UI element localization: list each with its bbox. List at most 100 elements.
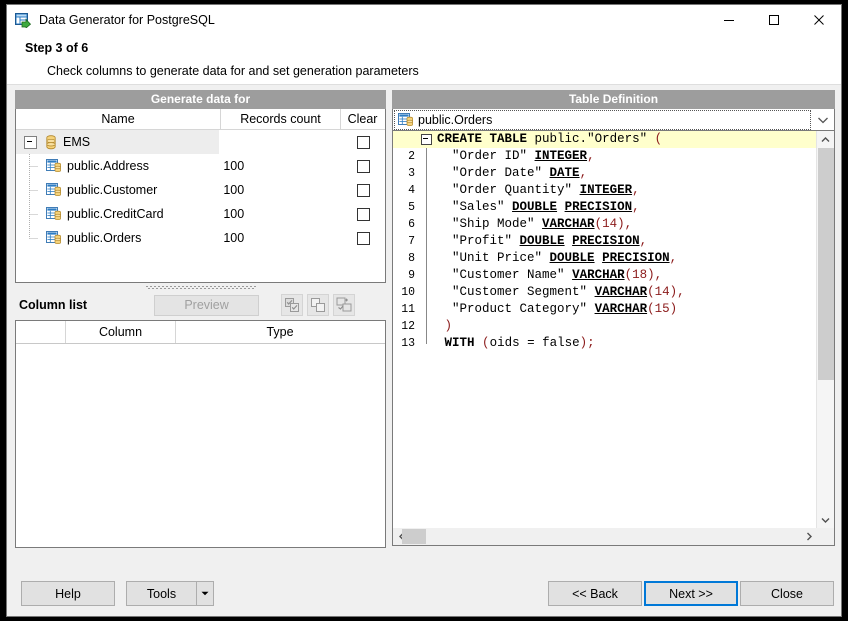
sql-line-text: "Customer Name" VARCHAR(18), [452,268,663,282]
column-list-header-type[interactable]: Type [176,321,384,343]
tools-button[interactable]: Tools [126,581,196,606]
title-bar: Data Generator for PostgreSQL [7,5,841,35]
next-button[interactable]: Next >> [644,581,738,606]
column-list-tool-buttons [281,294,356,316]
tree-node-creditcard[interactable]: public.CreditCard [16,202,219,226]
tree-clear-cell[interactable] [342,159,385,173]
sql-line-number: 8 [408,252,415,265]
sql-line-number: 3 [408,167,415,180]
column-list-toolbar: Column list Preview [15,292,386,318]
tree-row[interactable]: public.Customer 100 [16,178,385,202]
tree-clear-cell[interactable] [342,183,385,197]
tree-indent [16,178,46,202]
wizard-footer: Help Tools << Back Next >> Close [7,572,841,616]
scroll-thumb-horizontal[interactable] [402,529,426,544]
scroll-thumb-vertical[interactable] [818,148,834,380]
tree-row[interactable]: public.Address 100 [16,154,385,178]
panel-splitter[interactable] [15,283,386,291]
fold-line [419,250,433,267]
tree-node-label: public.CreditCard [67,207,164,221]
sql-line-text: "Order Quantity" INTEGER, [452,183,640,197]
close-button-footer[interactable]: Close [740,581,834,606]
caret-down-icon[interactable] [196,581,214,606]
sql-line[interactable]: 10 "Customer Segment" VARCHAR(14), [393,284,817,301]
clear-checkbox[interactable] [357,231,371,245]
sql-line[interactable]: 9 "Customer Name" VARCHAR(18), [393,267,817,284]
tree-records-count[interactable]: 100 [219,183,342,197]
preview-button[interactable]: Preview [154,294,260,316]
sql-code[interactable]: CREATE TABLE public."Orders" ( 2 "Order … [393,131,817,528]
check-all-icon[interactable] [281,294,304,316]
table-definition-panel-title: Table Definition [392,90,835,109]
tools-split-button[interactable]: Tools [126,581,214,606]
tree-records-count[interactable]: 100 [219,207,342,221]
tree-node-address[interactable]: public.Address [16,154,219,178]
close-button[interactable] [796,5,841,35]
sql-line[interactable]: 12 ) [393,318,817,335]
sql-line-text: WITH (oids = false); [444,336,595,350]
fold-line [419,318,433,335]
sql-line-text: "Profit" DOUBLE PRECISION, [452,234,648,248]
window-title: Data Generator for PostgreSQL [39,13,215,27]
tree-column-header-records[interactable]: Records count [221,109,341,129]
fold-line [419,301,433,318]
column-list-grid[interactable]: Column Type [15,320,386,548]
clear-checkbox[interactable] [357,207,371,221]
column-list-header-check[interactable] [16,321,66,343]
sql-line[interactable]: 7 "Profit" DOUBLE PRECISION, [393,233,817,250]
uncheck-all-icon[interactable] [307,294,330,316]
editor-vertical-scrollbar[interactable] [816,131,834,528]
tree-column-header-name[interactable]: Name [16,109,221,129]
fold-toggle-icon[interactable] [419,131,433,148]
invert-check-icon[interactable] [333,294,356,316]
tree-clear-cell[interactable] [342,231,385,245]
help-button[interactable]: Help [21,581,115,606]
sql-line[interactable]: 5 "Sales" DOUBLE PRECISION, [393,199,817,216]
tree-row[interactable]: public.Orders 100 [16,226,385,250]
sql-line[interactable]: 2 "Order ID" INTEGER, [393,148,817,165]
column-list-header-column[interactable]: Column [66,321,176,343]
minimize-button[interactable] [706,5,751,35]
fold-line [419,199,433,216]
tree-records-count[interactable]: 100 [219,159,342,173]
clear-checkbox[interactable] [357,183,371,197]
fold-line [419,267,433,284]
tree-column-header-clear[interactable]: Clear [341,109,384,129]
sql-line[interactable]: 11 "Product Category" VARCHAR(15) [393,301,817,318]
sql-line[interactable]: CREATE TABLE public."Orders" ( [393,131,817,148]
table-selector-combo[interactable]: public.Orders [392,109,835,131]
scroll-right-icon[interactable] [800,528,817,545]
tree-clear-cell[interactable] [342,135,385,149]
tree-node-ems[interactable]: EMS [16,130,220,154]
splitter-grip[interactable] [145,284,256,290]
tree-node-label: EMS [63,135,91,149]
tree-records-count[interactable]: 100 [219,231,342,245]
scroll-up-icon[interactable] [817,131,834,148]
sql-line[interactable]: 6 "Ship Mode" VARCHAR(14), [393,216,817,233]
generate-data-tree[interactable]: Name Records count Clear EMS public.Addr… [15,109,386,283]
table-icon [46,183,62,197]
clear-checkbox[interactable] [357,159,371,173]
collapse-icon[interactable] [24,135,37,149]
table-selector-value[interactable]: public.Orders [394,109,811,130]
chevron-down-icon[interactable] [812,110,834,130]
maximize-button[interactable] [751,5,796,35]
sql-editor[interactable]: CREATE TABLE public."Orders" ( 2 "Order … [392,131,835,546]
scroll-down-icon[interactable] [817,511,834,528]
sql-line-number: 11 [401,303,415,316]
wizard-header: Step 3 of 6 Check columns to generate da… [7,35,841,84]
tree-row[interactable]: public.CreditCard 100 [16,202,385,226]
sql-line[interactable]: 8 "Unit Price" DOUBLE PRECISION, [393,250,817,267]
sql-line[interactable]: 13 WITH (oids = false); [393,335,817,352]
tree-node-customer[interactable]: public.Customer [16,178,219,202]
sql-line[interactable]: 4 "Order Quantity" INTEGER, [393,182,817,199]
back-button[interactable]: << Back [548,581,642,606]
clear-checkbox[interactable] [357,135,371,149]
scrollbar-corner [817,528,834,545]
sql-line[interactable]: 3 "Order Date" DATE, [393,165,817,182]
tree-row[interactable]: EMS [16,130,385,154]
editor-horizontal-scrollbar[interactable] [393,528,817,545]
tree-clear-cell[interactable] [342,207,385,221]
tree-node-orders[interactable]: public.Orders [16,226,219,250]
step-description: Check columns to generate data for and s… [47,64,419,78]
